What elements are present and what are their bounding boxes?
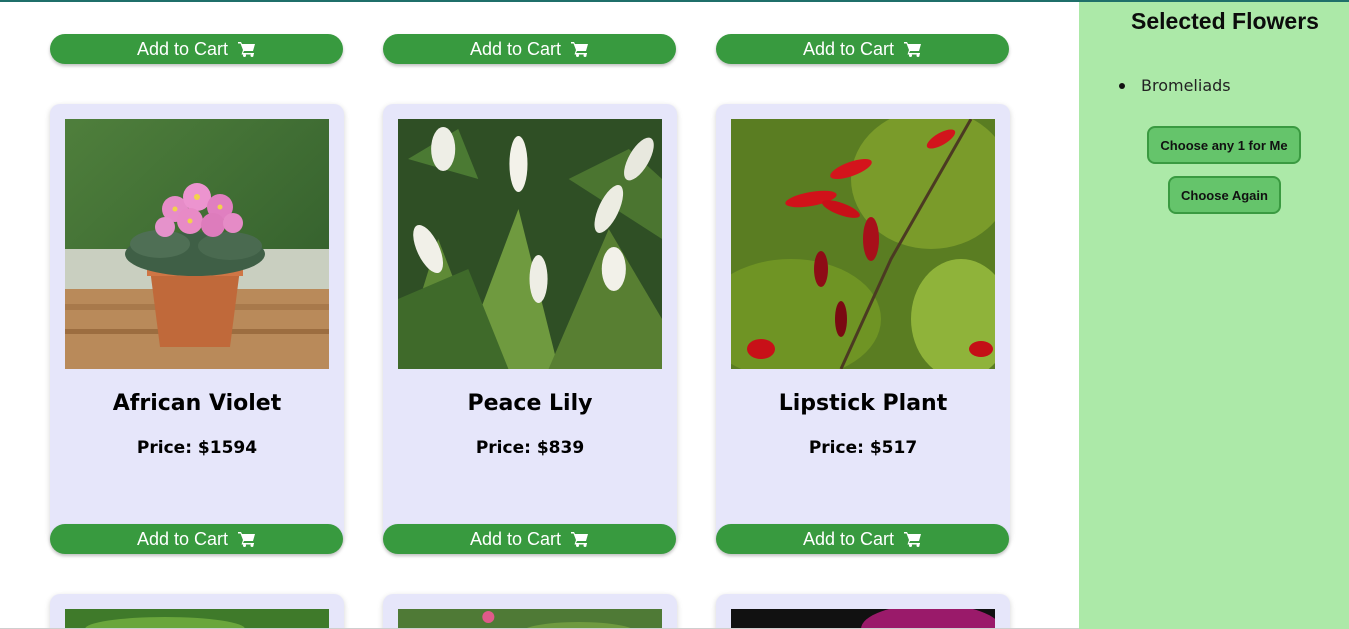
shopping-cart-icon: [238, 42, 256, 57]
add-to-cart-button[interactable]: Add to Cart: [383, 34, 676, 64]
add-to-cart-button[interactable]: Add to Cart: [383, 524, 676, 554]
product-name: African Violet: [112, 391, 282, 416]
product-name: Lipstick Plant: [778, 391, 948, 416]
add-to-cart-button[interactable]: Add to Cart: [50, 524, 343, 554]
add-to-cart-label: Add to Cart: [136, 38, 229, 59]
add-to-cart-button[interactable]: Add to Cart: [716, 524, 1009, 554]
product-image: [398, 609, 662, 629]
product-price: Price: $839: [475, 438, 585, 458]
product-card: [50, 594, 344, 629]
product-card: [716, 594, 1010, 629]
product-card: [383, 594, 677, 629]
product-image: [731, 609, 995, 629]
panel-title: Selected Flowers: [1131, 8, 1319, 34]
product-card-peace-lily: Peace Lily Price: $839: [383, 104, 677, 544]
add-to-cart-label: Add to Cart: [136, 528, 229, 549]
add-to-cart-label: Add to Cart: [802, 528, 895, 549]
shopping-cart-icon: [571, 532, 589, 547]
list-item: Bromeliads: [1119, 76, 1231, 95]
selected-flowers-list: Bromeliads: [1119, 76, 1231, 95]
add-to-cart-label: Add to Cart: [469, 528, 562, 549]
choose-one-button[interactable]: Choose any 1 for Me: [1147, 126, 1301, 164]
peace-lily-image: [398, 119, 662, 369]
african-violet-image: [65, 119, 329, 369]
shopping-cart-icon: [571, 42, 589, 57]
shopping-cart-icon: [904, 42, 922, 57]
lipstick-plant-image: [731, 119, 995, 369]
product-grid: Add to Cart Add to Cart Add to Cart Afri…: [0, 2, 1079, 629]
product-card-african-violet: African Violet Price: $1594: [50, 104, 344, 544]
add-to-cart-button[interactable]: Add to Cart: [716, 34, 1009, 64]
product-price: Price: $517: [808, 438, 918, 458]
shopping-cart-icon: [904, 532, 922, 547]
add-to-cart-label: Add to Cart: [802, 38, 895, 59]
shopping-cart-icon: [238, 532, 256, 547]
add-to-cart-button[interactable]: Add to Cart: [50, 34, 343, 64]
choose-again-button[interactable]: Choose Again: [1168, 176, 1281, 214]
selected-flowers-panel: Selected Flowers Bromeliads Choose any 1…: [1079, 2, 1349, 629]
product-card-lipstick-plant: Lipstick Plant Price: $517: [716, 104, 1010, 544]
product-price: Price: $1594: [136, 438, 258, 458]
add-to-cart-label: Add to Cart: [469, 38, 562, 59]
product-name: Peace Lily: [467, 391, 593, 416]
product-image: [65, 609, 329, 629]
